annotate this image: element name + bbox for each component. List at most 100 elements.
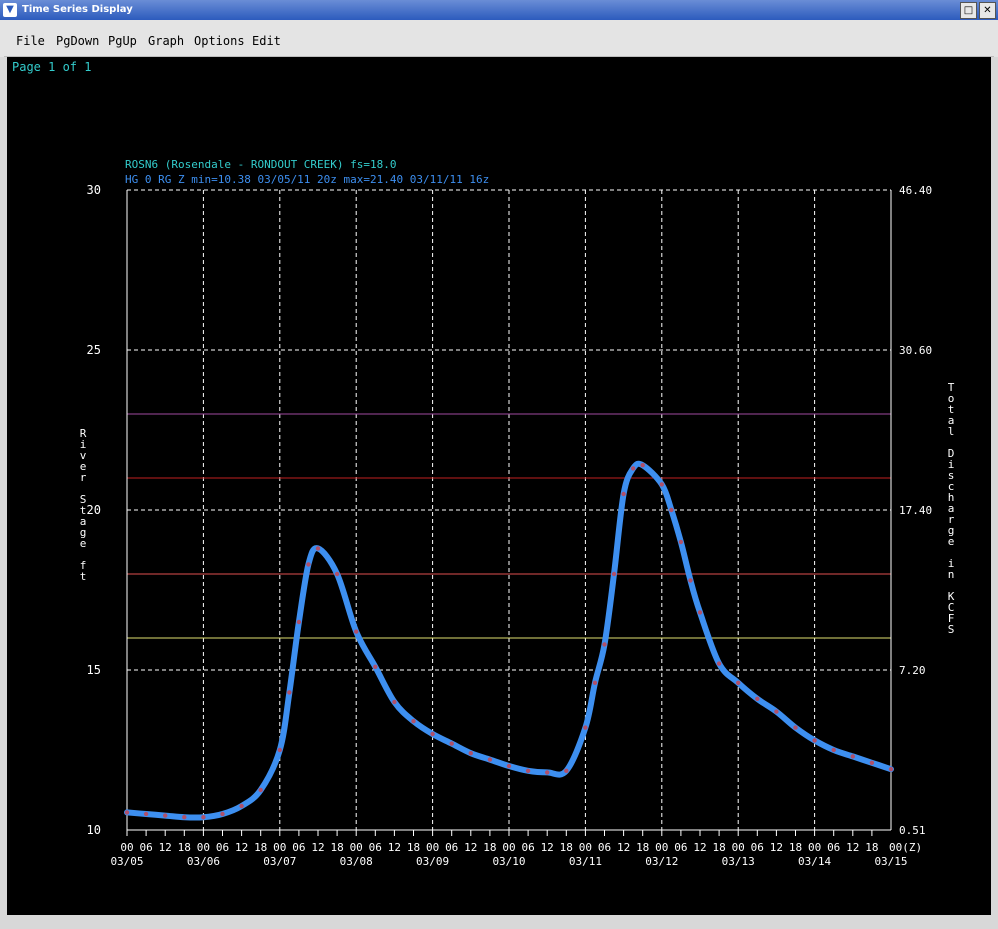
y-tick-label: 30 — [87, 183, 101, 197]
chart-subtitle: HG 0 RG Z min=10.38 03/05/11 20z max=21.… — [125, 173, 489, 186]
x-hour-label: 12 — [464, 841, 477, 854]
data-point — [688, 578, 693, 583]
menu-edit[interactable]: Edit — [252, 34, 281, 48]
data-point — [430, 731, 435, 737]
data-point — [564, 768, 569, 773]
x-hour-label: 12 — [235, 841, 248, 854]
window-border-right — [991, 57, 998, 915]
x-date-label: 03/12 — [645, 855, 678, 868]
data-point — [239, 803, 244, 809]
menu-options[interactable]: Options — [194, 34, 245, 48]
data-point — [354, 629, 359, 634]
x-final-label: 00(Z) — [889, 841, 922, 854]
data-point — [287, 690, 292, 695]
data-point — [306, 562, 311, 567]
data-point — [373, 664, 378, 669]
y2-tick-label: 7.20 — [899, 664, 926, 677]
close-icon[interactable]: ✕ — [979, 2, 996, 19]
x-hour-label: 06 — [598, 841, 611, 854]
menu-bar: File PgDown PgUp Graph Options Edit — [4, 26, 994, 57]
chart-title: ROSN6 (Rosendale - RONDOUT CREEK) fs=18.… — [125, 158, 397, 171]
x-hour-label: 06 — [674, 841, 687, 854]
data-point — [630, 466, 636, 471]
x-hour-label: 12 — [693, 841, 706, 854]
axis-label-char: n — [948, 568, 955, 581]
menu-pgdown[interactable]: PgDown — [56, 34, 99, 48]
data-point — [755, 696, 760, 701]
data-point — [592, 680, 598, 685]
x-hour-label: 00 — [732, 841, 745, 854]
y-tick-label: 15 — [87, 663, 101, 677]
y2-tick-label: 17.40 — [899, 504, 932, 517]
axis-label-char: l — [948, 425, 955, 438]
grid — [126, 189, 892, 831]
data-point — [850, 754, 855, 759]
data-point — [716, 661, 722, 666]
time-series-chart: 10 0.51 15 7.20 20 17.40 25 30.60 30 46.40 00 06 12 1… — [12, 60, 955, 868]
x-hour-label: 00 — [197, 841, 210, 854]
data-point — [611, 571, 617, 577]
window-title: Time Series Display — [22, 4, 133, 15]
x-hour-label: 18 — [178, 841, 191, 854]
window-menu-icon[interactable]: ▼ — [3, 3, 17, 17]
x-hour-label: 06 — [216, 841, 229, 854]
axis-label-char: r — [80, 471, 87, 484]
data-point — [697, 610, 703, 615]
x-hour-label: 18 — [712, 841, 725, 854]
y-tick-label: 20 — [87, 503, 101, 517]
x-hour-label: 06 — [521, 841, 534, 854]
data-point — [124, 810, 130, 815]
data-point — [736, 680, 741, 685]
x-hour-label: 00 — [350, 841, 363, 854]
menu-file[interactable]: File — [16, 34, 45, 48]
x-hour-label: 18 — [636, 841, 649, 854]
data-point — [182, 815, 187, 820]
y2-tick-label: 46.40 — [899, 184, 932, 197]
data-point — [449, 741, 454, 746]
x-hour-label: 12 — [388, 841, 401, 854]
x-date-label: 03/06 — [187, 855, 220, 868]
data-point — [201, 815, 206, 820]
x-date-label: 03/09 — [416, 855, 449, 868]
x-hour-label: 00 — [273, 841, 286, 854]
page-label: Page 1 of 1 — [12, 60, 91, 74]
data-point — [545, 770, 550, 775]
x-hour-label: 06 — [751, 841, 764, 854]
data-point — [793, 725, 798, 730]
x-hour-label: 06 — [827, 841, 840, 854]
x-hour-label: 18 — [865, 841, 878, 854]
axis-label-char: S — [948, 623, 955, 636]
data-point — [812, 738, 817, 743]
data-point — [525, 768, 531, 773]
axis-label-char: e — [80, 537, 87, 550]
data-point — [487, 757, 493, 762]
x-hour-label: 18 — [407, 841, 420, 854]
x-hour-label: 12 — [311, 841, 324, 854]
x-hour-label: 00 — [579, 841, 592, 854]
x-date-label: 03/14 — [798, 855, 831, 868]
x-date-label: 03/10 — [492, 855, 525, 868]
data-point — [678, 539, 684, 545]
x-hour-label: 06 — [139, 841, 152, 854]
x-hour-label: 12 — [846, 841, 859, 854]
y-axis-label: River Stage ft — [80, 427, 87, 583]
x-hour-label: 00 — [120, 841, 133, 854]
x-hour-label: 00 — [808, 841, 821, 854]
axis-label-char: e — [948, 535, 955, 548]
maximize-icon[interactable]: □ — [960, 2, 977, 19]
x-hour-label: 18 — [483, 841, 496, 854]
x-date-label: 03/15 — [874, 855, 907, 868]
axis-label-char: t — [80, 570, 87, 583]
menu-graph[interactable]: Graph — [148, 34, 184, 48]
y2-tick-label: 0.51 — [899, 824, 926, 837]
x-hour-label: 12 — [541, 841, 554, 854]
x-hour-label: 18 — [254, 841, 267, 854]
menu-pgup[interactable]: PgUp — [108, 34, 137, 48]
data-point — [468, 751, 473, 756]
x-date-label: 03/05 — [110, 855, 143, 868]
data-point — [392, 699, 397, 705]
x-hour-label: 12 — [617, 841, 630, 854]
data-point — [506, 763, 512, 769]
x-date-label: 03/13 — [722, 855, 755, 868]
x-date-label: 03/11 — [569, 855, 602, 868]
